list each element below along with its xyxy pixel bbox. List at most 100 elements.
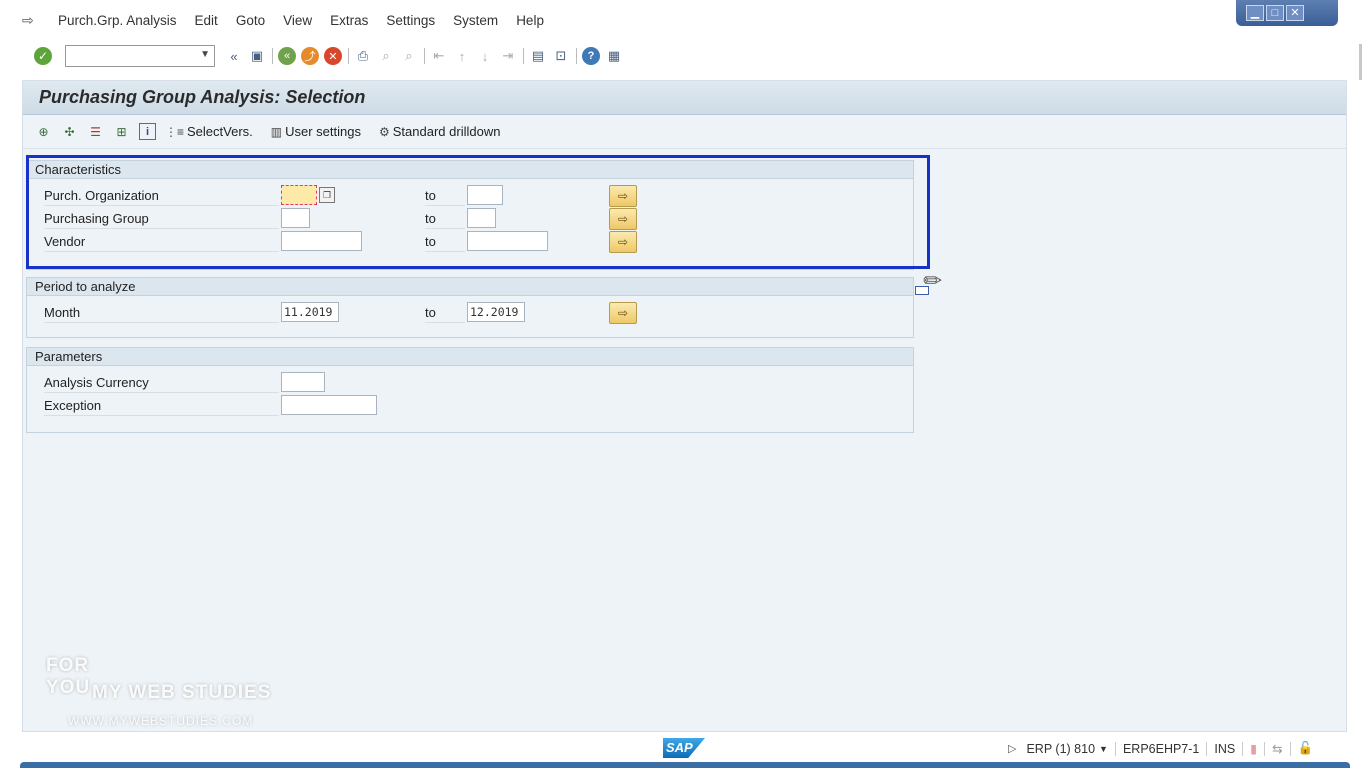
parameters-title: Parameters bbox=[27, 348, 913, 366]
month-to-field[interactable]: 12.2019 bbox=[467, 302, 525, 322]
period-group: Period to analyze Month 11.2019 to 12.20… bbox=[26, 277, 914, 338]
purch-organization-label: Purch. Organization bbox=[44, 188, 279, 206]
title-bar: Purchasing Group Analysis: Selection bbox=[23, 81, 1346, 115]
first-page-icon[interactable]: ⇤ bbox=[430, 47, 448, 65]
page-title: Purchasing Group Analysis: Selection bbox=[39, 87, 366, 107]
main-panel: Purchasing Group Analysis: Selection ⊕ ✣… bbox=[22, 80, 1347, 732]
menu-settings[interactable]: Settings bbox=[386, 13, 435, 28]
execute-icon[interactable]: ⊕ bbox=[35, 123, 52, 140]
layout-menu-icon[interactable]: ▦ bbox=[605, 47, 623, 65]
purch-organization-from-field[interactable] bbox=[281, 185, 317, 205]
chevron-down-icon[interactable]: ▼ bbox=[200, 49, 210, 60]
vendor-from-field[interactable] bbox=[281, 231, 362, 251]
value-help-icon[interactable]: ❐ bbox=[319, 187, 335, 203]
minimize-button[interactable]: ▁ bbox=[1246, 5, 1264, 21]
menu-help[interactable]: Help bbox=[516, 13, 544, 28]
status-separator bbox=[1264, 741, 1266, 756]
purch-organization-row: Purch. Organization ❐ to ⇨ bbox=[27, 185, 913, 207]
multiple-selection-arrow-icon[interactable]: ⇨ bbox=[609, 231, 637, 253]
menu-bar: ⇨ Purch.Grp. Analysis Edit Goto View Ext… bbox=[0, 0, 1366, 40]
close-button[interactable]: ✕ bbox=[1286, 5, 1304, 21]
menu-exit-icon[interactable]: ⇨ bbox=[22, 12, 40, 28]
get-variant-icon[interactable]: ☰ bbox=[87, 123, 104, 140]
purch-organization-to-field[interactable] bbox=[467, 185, 503, 205]
exception-label: Exception bbox=[44, 398, 279, 416]
exit-icon[interactable]: ⤴ bbox=[301, 47, 319, 65]
select-versions-label: SelectVers. bbox=[187, 124, 253, 139]
scrollbar[interactable] bbox=[1359, 44, 1362, 80]
analysis-currency-row: Analysis Currency bbox=[27, 372, 913, 394]
parameters-group: Parameters Analysis Currency Exception bbox=[26, 347, 914, 433]
user-settings-button[interactable]: ▥ User settings bbox=[271, 124, 361, 139]
chevron-down-icon[interactable]: ▼ bbox=[1099, 744, 1108, 754]
help-icon[interactable]: ? bbox=[582, 47, 600, 65]
vendor-to-field[interactable] bbox=[467, 231, 548, 251]
select-versions-button[interactable]: ⋮≡ SelectVers. bbox=[165, 124, 253, 139]
menu-edit[interactable]: Edit bbox=[195, 13, 218, 28]
menu-view[interactable]: View bbox=[283, 13, 312, 28]
server-label: ERP6EHP7-1 bbox=[1122, 741, 1200, 756]
drilldown-icon: ⚙ bbox=[379, 124, 390, 139]
toolbar-separator bbox=[424, 48, 425, 64]
period-title: Period to analyze bbox=[27, 278, 913, 296]
next-page-icon[interactable]: ↓ bbox=[476, 47, 494, 65]
enter-checkmark-icon[interactable]: ✓ bbox=[34, 47, 52, 65]
menu-goto[interactable]: Goto bbox=[236, 13, 265, 28]
lock-icon[interactable]: 🔓 bbox=[1298, 741, 1314, 756]
variant-icon[interactable]: ✣ bbox=[61, 123, 78, 140]
purchasing-group-row: Purchasing Group to ⇨ bbox=[27, 208, 913, 230]
system-client-label: ERP (1) 810 bbox=[1026, 741, 1096, 756]
info-icon[interactable]: i bbox=[139, 123, 156, 140]
multiple-selection-arrow-icon[interactable]: ⇨ bbox=[609, 185, 637, 207]
save-icon[interactable]: ▣ bbox=[248, 47, 266, 65]
window-controls: ▁ □ ✕ bbox=[1236, 0, 1338, 26]
characteristics-title: Characteristics bbox=[27, 161, 913, 179]
status-separator bbox=[1206, 741, 1208, 756]
month-label: Month bbox=[44, 305, 279, 323]
to-label: to bbox=[425, 305, 465, 323]
menu-system[interactable]: System bbox=[453, 13, 498, 28]
back-icon[interactable]: « bbox=[278, 47, 296, 65]
toolbar-separator bbox=[348, 48, 349, 64]
vendor-row: Vendor to ⇨ bbox=[27, 231, 913, 253]
last-page-icon[interactable]: ⇥ bbox=[499, 47, 517, 65]
purchasing-group-to-field[interactable] bbox=[467, 208, 496, 228]
toolbar-separator bbox=[576, 48, 577, 64]
standard-toolbar: ✓ ▼ « ▣ « ⤴ ✕ ⎙ ⌕ ⌕ ⇤ ↑ ↓ ⇥ ▤ ⊡ ? ▦ bbox=[0, 40, 1366, 72]
standard-drilldown-button[interactable]: ⚙ Standard drilldown bbox=[379, 124, 500, 139]
shortcut-icon[interactable]: ⊡ bbox=[552, 47, 570, 65]
command-field[interactable]: ▼ bbox=[65, 45, 215, 67]
toolbar-separator bbox=[272, 48, 273, 64]
standard-drilldown-label: Standard drilldown bbox=[392, 124, 501, 139]
exception-row: Exception bbox=[27, 395, 913, 417]
sap-logo: SAP bbox=[663, 738, 705, 758]
month-row: Month 11.2019 to 12.2019 ⇨ bbox=[27, 302, 913, 324]
insert-mode-label: INS bbox=[1214, 741, 1236, 756]
month-from-field[interactable]: 11.2019 bbox=[281, 302, 339, 322]
menu-purch-grp-analysis[interactable]: Purch.Grp. Analysis bbox=[58, 13, 177, 28]
find-icon[interactable]: ⌕ bbox=[377, 47, 395, 65]
status-expand-icon[interactable]: ▷ bbox=[1008, 742, 1016, 755]
purchasing-group-from-field[interactable] bbox=[281, 208, 310, 228]
status-separator bbox=[1114, 741, 1116, 756]
characteristics-group: Characteristics Purch. Organization ❐ to… bbox=[26, 160, 914, 270]
window-bottom-edge bbox=[20, 762, 1350, 768]
multiple-selection-arrow-icon[interactable]: ⇨ bbox=[609, 302, 637, 324]
status-separator bbox=[1289, 741, 1291, 756]
multiple-selection-arrow-icon[interactable]: ⇨ bbox=[609, 208, 637, 230]
new-session-icon[interactable]: ▤ bbox=[529, 47, 547, 65]
collapse-command-icon[interactable]: « bbox=[225, 47, 243, 65]
analysis-currency-field[interactable] bbox=[281, 372, 325, 392]
find-next-icon[interactable]: ⌕ bbox=[400, 47, 418, 65]
exception-field[interactable] bbox=[281, 395, 377, 415]
maximize-button[interactable]: □ bbox=[1266, 5, 1284, 21]
dynamic-selection-icon[interactable]: ⊞ bbox=[113, 123, 130, 140]
status-transfer-icon: ⇆ bbox=[1272, 742, 1283, 756]
print-icon[interactable]: ⎙ bbox=[354, 47, 372, 65]
cancel-icon[interactable]: ✕ bbox=[324, 47, 342, 65]
hierarchy-icon: ⋮≡ bbox=[165, 124, 185, 139]
previous-page-icon[interactable]: ↑ bbox=[453, 47, 471, 65]
menu-extras[interactable]: Extras bbox=[330, 13, 368, 28]
to-label: to bbox=[425, 211, 465, 229]
toolbar-separator bbox=[523, 48, 524, 64]
